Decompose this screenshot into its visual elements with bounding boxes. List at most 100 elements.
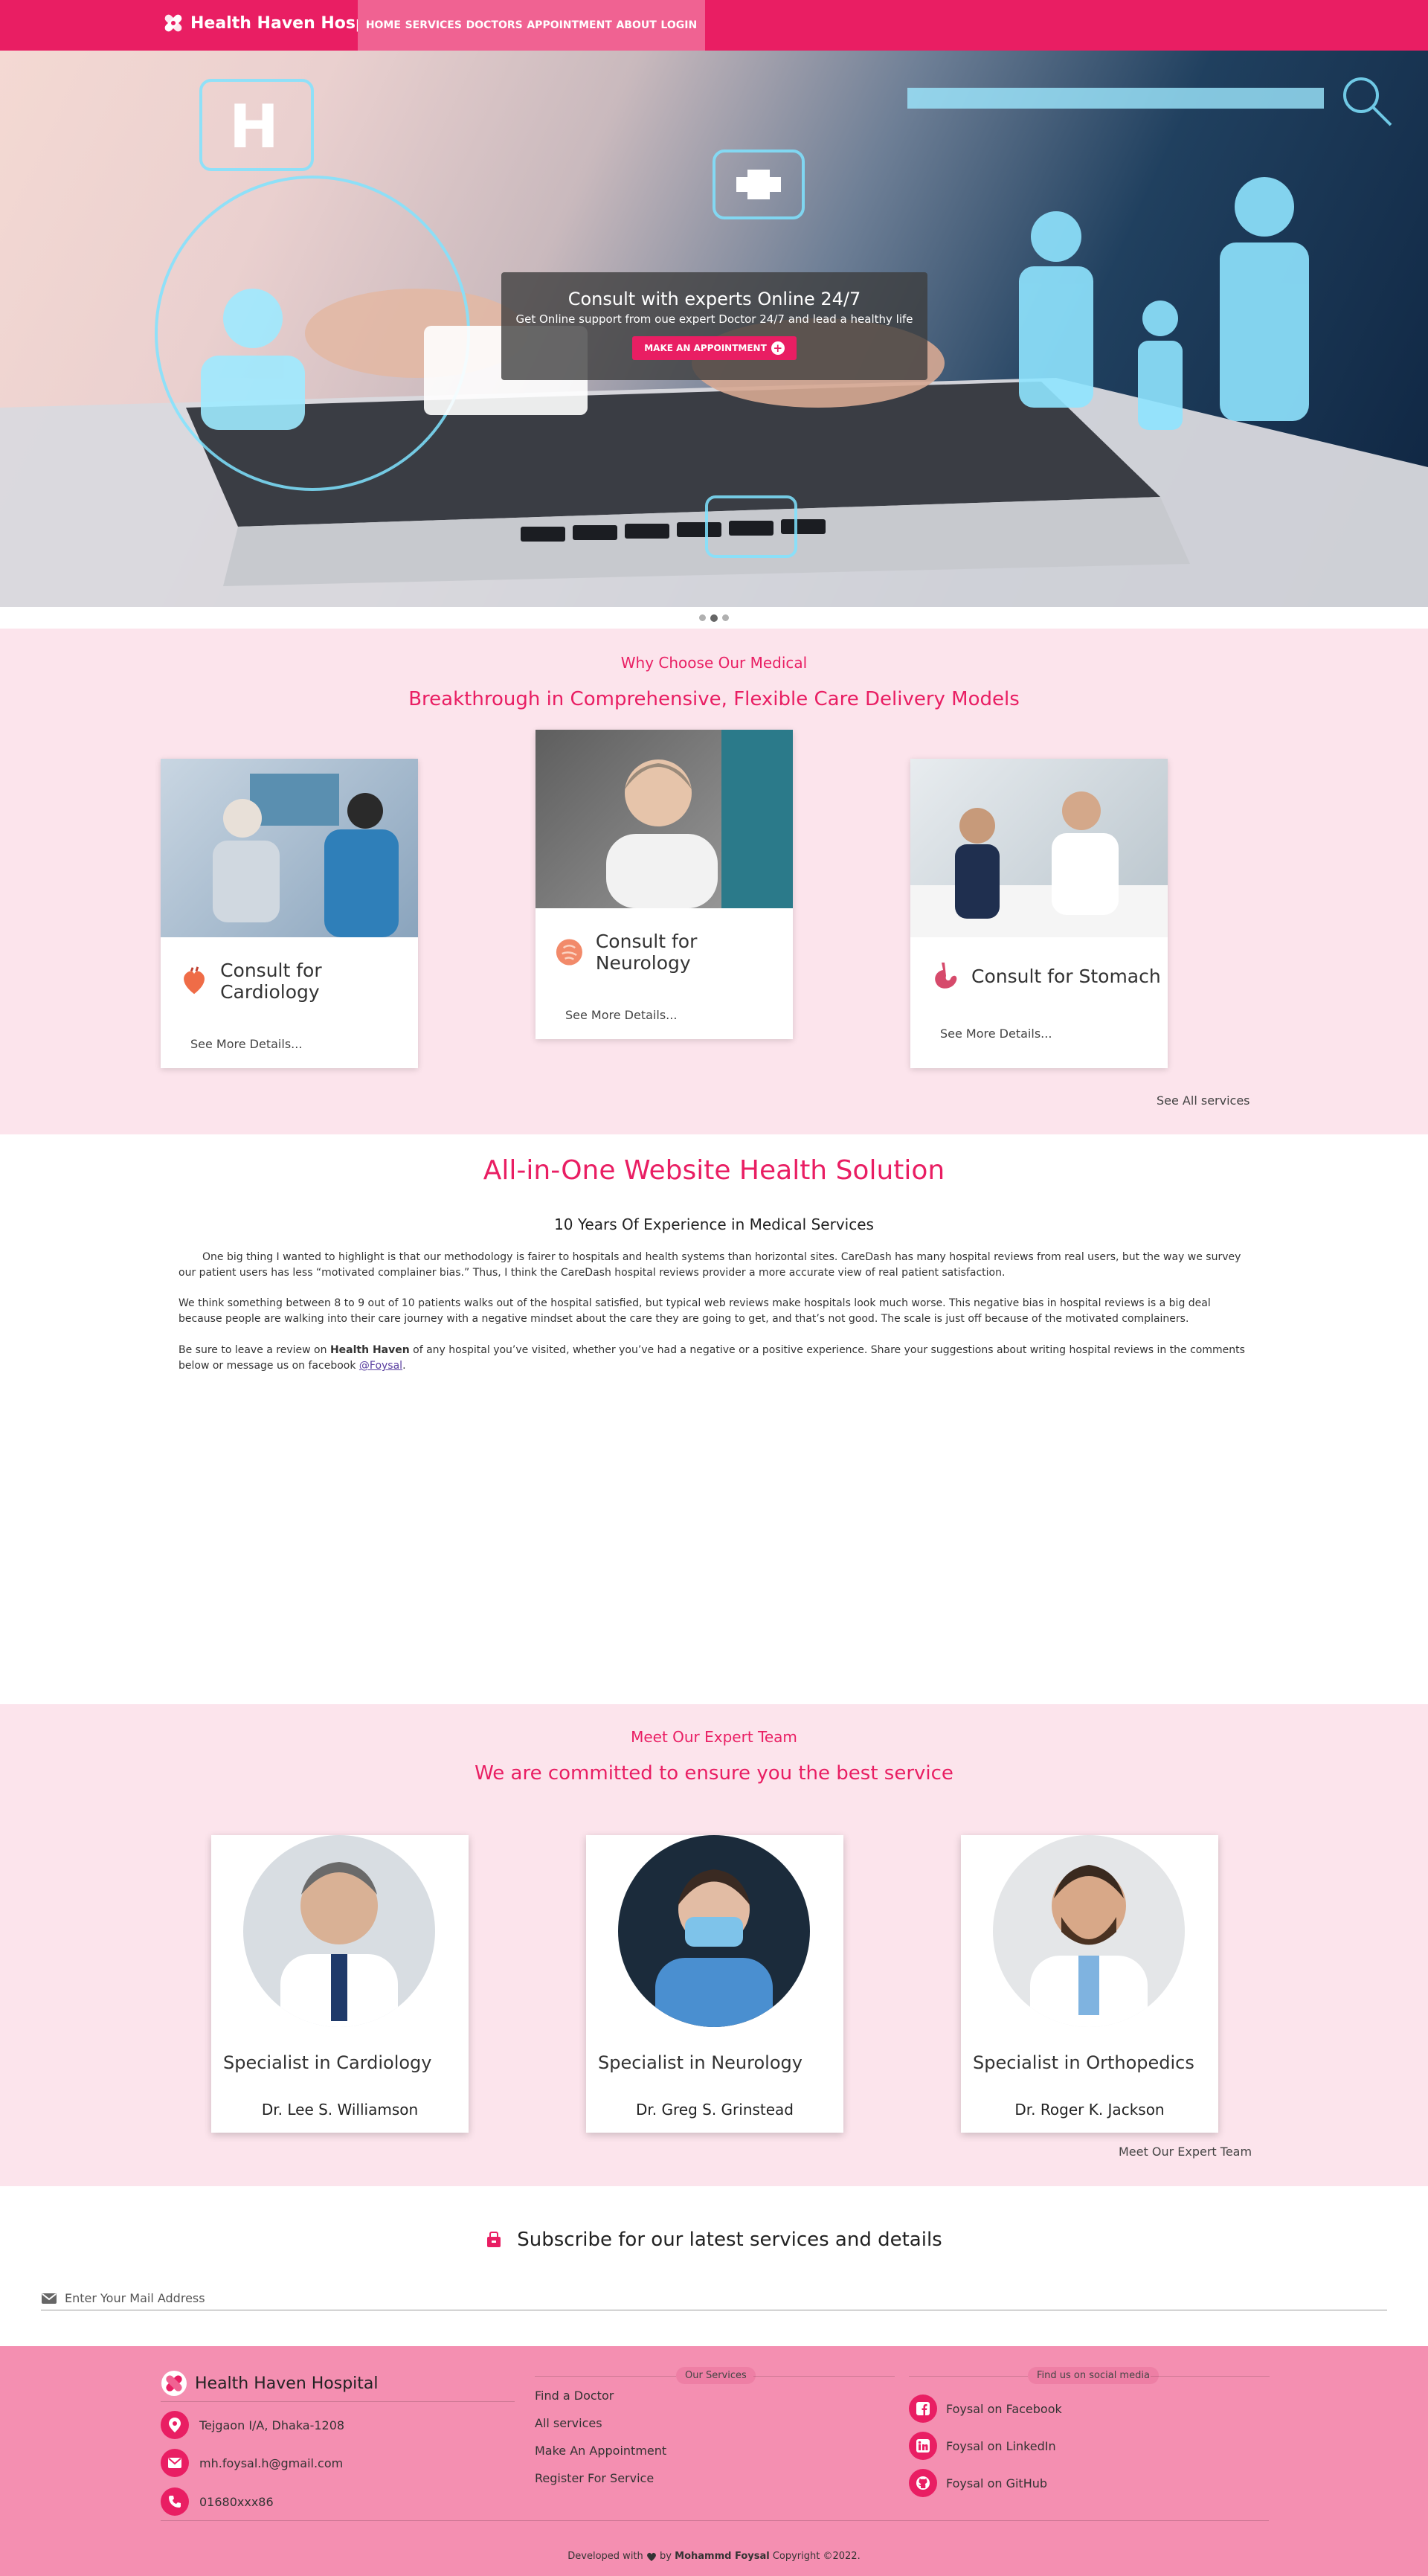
hero-title: Consult with experts Online 24/7 [567,289,861,309]
service-name: Consult for Neurology [595,931,698,974]
service-card-neurology[interactable]: Consult for Neurology See More Details..… [536,730,793,1039]
make-appointment-label: MAKE AN APPOINTMENT [644,343,767,353]
credit-copyright: Copyright ©2022. [772,2551,861,2562]
github-link[interactable]: Foysal on GitHub [909,2469,1047,2497]
services-title: Breakthrough in Comprehensive, Flexible … [408,688,1020,710]
team-title: We are committed to ensure you the best … [475,1762,953,1785]
linkedin-link[interactable]: Foysal on LinkedIn [909,2432,1056,2460]
social-divider-left [909,2376,1028,2377]
nav-login[interactable]: LOGIN [660,19,697,31]
services-pill: Our Services [676,2367,756,2384]
services-divider-left [535,2376,676,2377]
hero-subtitle: Get Online support from oue expert Docto… [515,312,913,326]
facebook-link[interactable]: @Foysal [359,1360,402,1372]
doctor-card-cardiology[interactable]: Specialist in Cardiology Dr. Lee S. Will… [211,1835,469,2133]
doctor-card-orthopedics[interactable]: Specialist in Orthopedics Dr. Roger K. J… [961,1835,1218,2133]
nav-services[interactable]: SERVICES [405,19,462,31]
carousel-dot-3[interactable] [722,614,729,621]
email-input[interactable] [65,2291,1329,2305]
hero-caption: Consult with experts Online 24/7 Get Onl… [501,272,927,380]
stomach-photo [910,759,1168,937]
nav-appointment[interactable]: APPOINTMENT [527,19,612,31]
credit-author: Mohammd Foysal [675,2551,770,2562]
about-paragraph-3: Be sure to leave a review on Health Have… [178,1343,1250,1374]
make-appointment-button[interactable]: MAKE AN APPOINTMENT + [632,336,797,360]
linkedin-icon [909,2432,937,2460]
service-card-cardiology[interactable]: Consult for Cardiology See More Details.… [161,759,418,1068]
doctor-card-neurology[interactable]: Specialist in Neurology Dr. Greg S. Grin… [586,1835,843,2133]
doctor-name: Dr. Lee S. Williamson [261,2101,419,2119]
subscribe-title: Subscribe for our latest services and de… [517,2229,942,2251]
plus-circle-icon: + [771,341,785,355]
email-icon [161,2449,189,2477]
doctor-photo [618,1835,810,2027]
service-name: Consult for Stomach [971,965,1161,987]
facebook-link[interactable]: Foysal on Facebook [909,2394,1062,2423]
team-kicker: Meet Our Expert Team [631,1728,797,1746]
bandage-logo-icon [161,2371,187,2396]
footer-link-all-services[interactable]: All services [535,2416,602,2430]
footer-divider [161,2401,515,2402]
about-paragraph-1: One big thing I wanted to highlight is t… [178,1251,1241,1279]
footer-email[interactable]: mh.foysal.h@gmail.com [161,2449,343,2477]
brain-icon [556,939,582,966]
about-p3-text: Be sure to leave a review on [178,1344,330,1356]
cardiology-photo [161,759,418,937]
subscribe-header: Subscribe for our latest services and de… [0,2229,1428,2251]
hero-carousel[interactable]: H Consult with experts Online 24/7 Get O… [0,51,1428,607]
footer-phone[interactable]: 01680xxx86 [161,2487,274,2516]
credit-by: by [660,2551,672,2562]
heart-icon [646,2552,656,2561]
top-navbar: Health Haven Hospital HOME SERVICES DOCT… [0,0,1428,51]
neurology-photo [536,730,793,908]
carousel-dot-1[interactable] [699,614,706,621]
footer-link-register[interactable]: Register For Service [535,2471,654,2485]
subscribe-box-icon [487,2232,501,2247]
phone-text: 01680xxx86 [199,2494,274,2509]
subscribe-form [41,2287,1387,2310]
doctor-photo [243,1835,435,2027]
carousel-indicators [0,614,1428,622]
see-more-link[interactable]: See More Details... [536,974,793,1022]
about-title: All-in-One Website Health Solution [483,1155,945,1186]
doctor-specialty: Specialist in Cardiology [223,2052,432,2073]
nav-home[interactable]: HOME [366,19,401,31]
linkedin-label: Foysal on LinkedIn [946,2438,1056,2453]
nav-doctors[interactable]: DOCTORS [466,19,523,31]
footer-credit: Developed with by Mohammd Foysal Copyrig… [0,2551,1428,2562]
about-subtitle: 10 Years Of Experience in Medical Servic… [554,1215,874,1233]
service-card-stomach[interactable]: Consult for Stomach See More Details... [910,759,1168,1068]
doctor-name: Dr. Roger K. Jackson [1014,2101,1165,2119]
services-kicker: Why Choose Our Medical [620,654,808,672]
footer-link-appointment[interactable]: Make An Appointment [535,2444,666,2458]
about-p3-end: . [402,1360,406,1372]
doctor-name: Dr. Greg S. Grinstead [635,2101,794,2119]
envelope-icon [42,2293,57,2304]
meet-team-link[interactable]: Meet Our Expert Team [1119,2145,1252,2159]
github-label: Foysal on GitHub [946,2476,1048,2490]
email-text: mh.foysal.h@gmail.com [199,2455,344,2470]
service-name: Consult for Cardiology [220,960,322,1003]
doctor-photo [993,1835,1185,2027]
footer-brand-name: Health Haven Hospital [195,2374,379,2393]
facebook-label: Foysal on Facebook [946,2401,1062,2416]
address-text: Tejgaon I/A, Dhaka-1208 [199,2418,345,2432]
footer-brand[interactable]: Health Haven Hospital [161,2370,379,2397]
see-more-link[interactable]: See More Details... [161,1003,418,1051]
location-pin-icon [161,2411,189,2439]
team-section: Meet Our Expert Team We are committed to… [0,1704,1428,2186]
about-p3-brand: Health Haven [329,1344,410,1356]
see-more-link[interactable]: See More Details... [910,992,1168,1041]
footer-link-find-doctor[interactable]: Find a Doctor [535,2389,614,2403]
nav-about[interactable]: ABOUT [616,19,656,31]
heart-organ-icon [184,966,205,995]
carousel-dot-2[interactable] [710,614,718,622]
stomach-icon [935,963,957,989]
footer-address: Tejgaon I/A, Dhaka-1208 [161,2411,344,2439]
see-all-services-link[interactable]: See All services [1157,1093,1250,1108]
about-paragraph-2: We think something between 8 to 9 out of… [178,1297,1211,1325]
credit-text: Developed with [567,2551,643,2562]
doctor-specialty: Specialist in Orthopedics [973,2052,1194,2073]
phone-icon [161,2487,189,2516]
bandage-logo-icon [164,14,182,32]
